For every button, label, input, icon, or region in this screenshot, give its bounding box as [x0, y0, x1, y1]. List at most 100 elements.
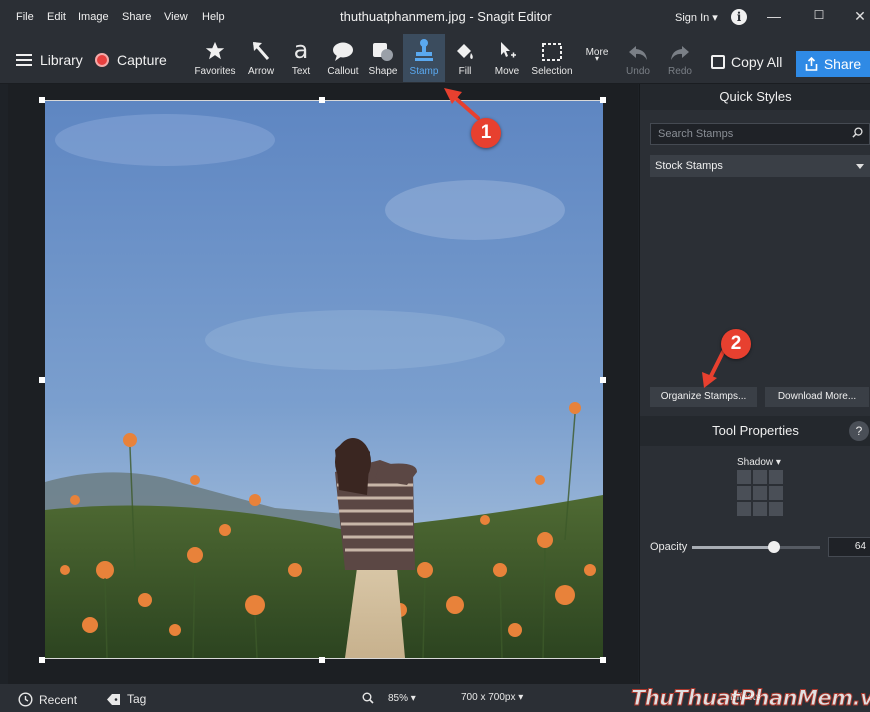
hamburger-icon	[16, 54, 32, 66]
sign-in-button[interactable]: Sign In ▾	[675, 11, 718, 24]
resize-handle[interactable]	[39, 377, 45, 383]
opacity-slider-thumb[interactable]	[767, 541, 780, 553]
right-panel: Quick Styles Search Stamps Stock Stamps …	[639, 84, 870, 684]
shadow-cell[interactable]	[753, 470, 767, 484]
capture-button[interactable]: Capture	[95, 52, 167, 68]
record-icon	[95, 53, 109, 67]
shadow-cell[interactable]	[737, 470, 751, 484]
menu-view[interactable]: View	[164, 11, 188, 23]
fill-icon	[457, 44, 473, 59]
window-title: thuthuatphanmem.jpg - Snagit Editor	[340, 9, 552, 24]
tool-label: Arrow	[247, 66, 275, 77]
image-size-dropdown[interactable]: 700 x 700px ▾	[461, 692, 523, 703]
clock-icon	[18, 692, 33, 707]
shadow-cell[interactable]	[737, 486, 751, 500]
tool-label: Callout	[327, 66, 359, 77]
shadow-cell[interactable]	[769, 502, 783, 516]
resize-handle[interactable]	[600, 97, 606, 103]
library-button[interactable]: Library	[16, 52, 83, 68]
copy-all-button[interactable]: Copy All	[711, 54, 782, 70]
stock-stamps-dropdown[interactable]: Stock Stamps	[650, 155, 870, 177]
step-badge-1: 1	[471, 118, 501, 148]
arrow-icon	[252, 42, 270, 60]
tool-redo[interactable]: Redo	[664, 34, 696, 82]
callout-icon	[333, 42, 353, 61]
shadow-dropdown[interactable]: Shadow ▾	[737, 457, 781, 468]
tool-label: Move	[494, 66, 520, 77]
resize-handle[interactable]	[600, 657, 606, 663]
opacity-value-field[interactable]: 64	[828, 537, 870, 557]
shadow-cell[interactable]	[769, 486, 783, 500]
resize-handle[interactable]	[600, 377, 606, 383]
menu-file[interactable]: File	[16, 11, 34, 23]
tool-undo[interactable]: Undo	[622, 34, 654, 82]
download-more-button[interactable]: Download More...	[765, 387, 869, 407]
menu-help[interactable]: Help	[202, 11, 225, 23]
tool-properties-title: Tool Properties	[712, 423, 799, 438]
text-icon: a	[293, 36, 309, 64]
step-badge-2: 2	[721, 329, 751, 359]
shape-icon	[373, 43, 393, 61]
tool-text[interactable]: a Text	[284, 34, 318, 82]
recent-button[interactable]: Recent	[18, 692, 77, 707]
minimize-icon[interactable]: —	[765, 8, 783, 24]
opacity-slider-fill	[692, 546, 774, 549]
capture-label: Capture	[117, 52, 167, 68]
watermark-logo: ThuThuatPhanMem.vn	[631, 686, 870, 711]
menu-bar: File Edit Image Share View Help thuthuat…	[0, 0, 870, 34]
shadow-cell[interactable]	[769, 470, 783, 484]
chevron-down-icon	[856, 164, 864, 169]
copy-icon	[711, 55, 725, 69]
shadow-cell[interactable]	[753, 502, 767, 516]
opacity-label: Opacity	[650, 541, 688, 553]
search-stamps-input[interactable]: Search Stamps	[650, 123, 870, 145]
tool-arrow[interactable]: Arrow	[241, 34, 281, 82]
recent-label: Recent	[39, 692, 78, 707]
shadow-cell[interactable]	[753, 486, 767, 500]
close-icon[interactable]: ✕	[851, 8, 869, 25]
share-button[interactable]: Share	[796, 51, 870, 77]
selection-icon	[542, 43, 562, 61]
tag-label: Tag	[127, 692, 147, 706]
opacity-slider[interactable]	[692, 541, 820, 553]
tool-label: Undo	[626, 66, 650, 77]
tool-fill[interactable]: Fill	[449, 34, 481, 82]
shadow-cell[interactable]	[737, 502, 751, 516]
undo-icon	[629, 46, 647, 60]
tool-favorites[interactable]: Favorites	[191, 34, 239, 82]
search-icon[interactable]	[852, 127, 863, 138]
maximize-icon[interactable]: ☐	[810, 8, 828, 22]
tool-stamp[interactable]: Stamp	[403, 34, 445, 82]
organize-stamps-button[interactable]: Organize Stamps...	[650, 387, 757, 407]
tool-selection[interactable]: Selection	[526, 34, 578, 82]
tool-label: Selection	[531, 66, 573, 77]
tool-label: Redo	[668, 66, 692, 77]
tag-button[interactable]: Tag	[106, 692, 146, 706]
search-placeholder: Search Stamps	[658, 128, 734, 140]
canvas-image[interactable]	[45, 100, 603, 658]
star-icon	[205, 41, 225, 60]
resize-handle[interactable]	[319, 657, 325, 663]
toolbar: Library Capture Favorites Arrow a Text C…	[0, 34, 870, 84]
tool-properties-header: Tool Properties ?	[640, 416, 870, 446]
info-icon[interactable]: i	[731, 9, 747, 25]
stock-stamps-label: Stock Stamps	[655, 160, 723, 172]
photo-scene	[45, 100, 603, 658]
tool-label: Fill	[458, 66, 472, 77]
tool-label: Stamp	[409, 66, 439, 77]
resize-handle[interactable]	[39, 97, 45, 103]
resize-handle[interactable]	[319, 97, 325, 103]
tool-move[interactable]: Move	[491, 34, 523, 82]
shadow-direction-grid[interactable]	[737, 470, 785, 518]
zoom-dropdown[interactable]: 85% ▾	[362, 692, 416, 704]
menu-image[interactable]: Image	[78, 11, 109, 23]
tool-more[interactable]: More ▾	[582, 34, 612, 82]
menu-edit[interactable]: Edit	[47, 11, 66, 23]
help-icon[interactable]: ?	[849, 421, 869, 441]
tool-shape[interactable]: Shape	[365, 34, 401, 82]
menu-share[interactable]: Share	[122, 11, 151, 23]
tool-label: Favorites	[194, 66, 236, 77]
tool-callout[interactable]: Callout	[322, 34, 364, 82]
quick-styles-title: Quick Styles	[640, 84, 870, 110]
resize-handle[interactable]	[39, 657, 45, 663]
